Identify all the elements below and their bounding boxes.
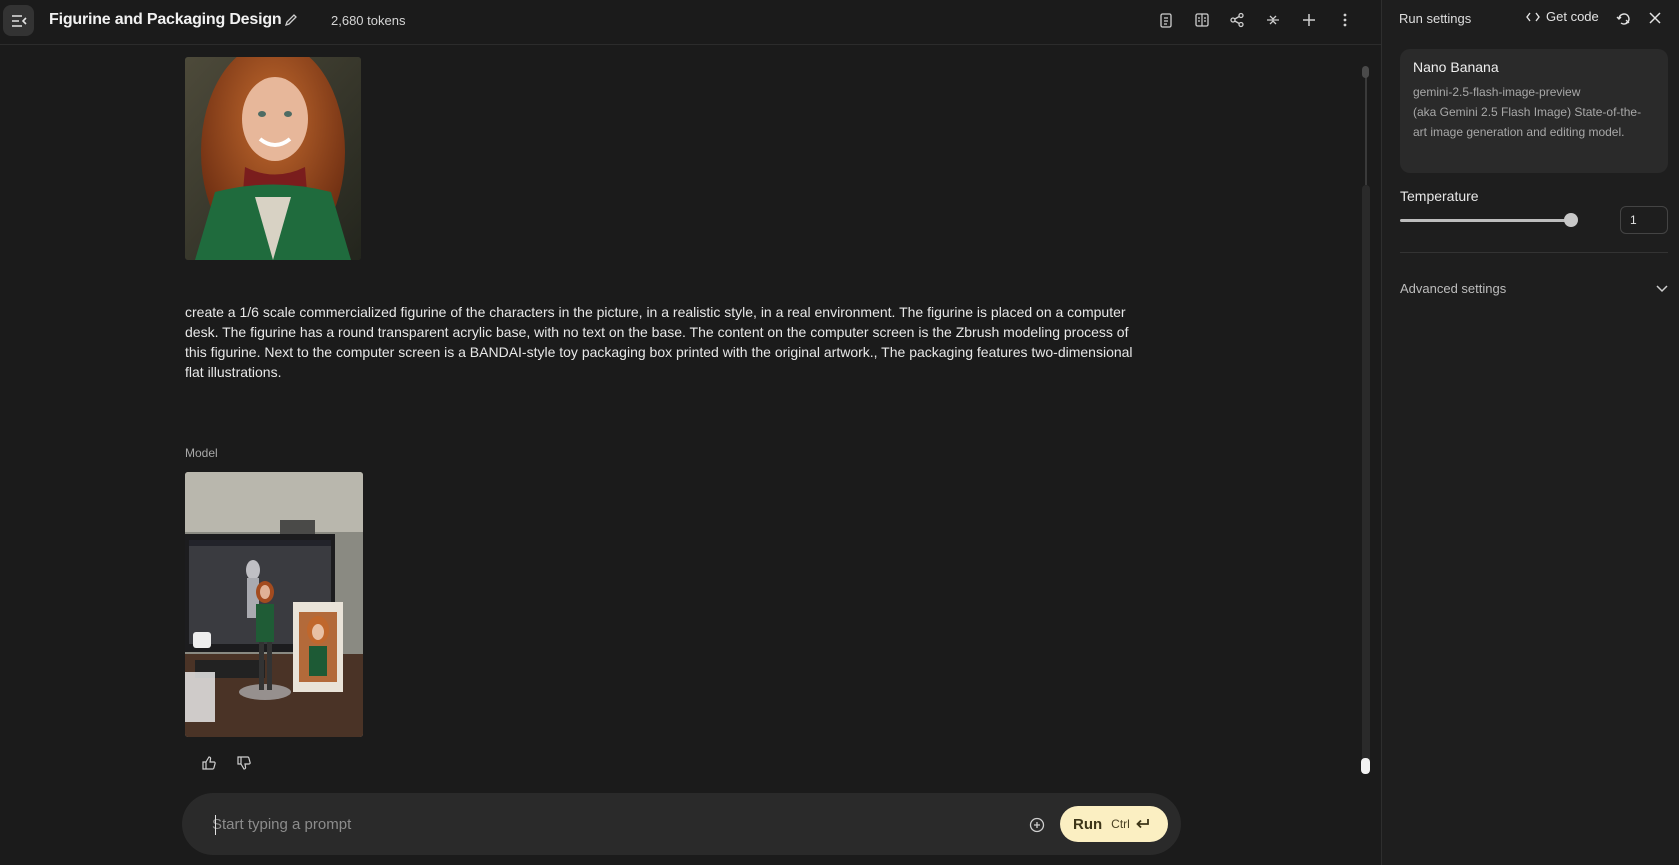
temperature-slider-track[interactable] bbox=[1400, 219, 1571, 222]
get-code-label: Get code bbox=[1546, 9, 1599, 24]
top-bar: Figurine and Packaging Design 2,680 toke… bbox=[0, 0, 1381, 45]
code-icon bbox=[1526, 11, 1540, 23]
close-panel-icon[interactable] bbox=[1645, 8, 1665, 28]
new-chat-icon[interactable] bbox=[1298, 9, 1320, 31]
temperature-input[interactable]: 1 bbox=[1620, 206, 1668, 234]
thumbs-up-icon[interactable] bbox=[198, 752, 220, 774]
token-count: 2,680 tokens bbox=[331, 13, 406, 28]
scrollbar-top-handle[interactable] bbox=[1362, 66, 1369, 78]
clipboard-icon[interactable] bbox=[1155, 9, 1177, 31]
panel-divider bbox=[1400, 252, 1668, 253]
user-image[interactable] bbox=[185, 57, 361, 260]
edit-title-icon[interactable] bbox=[282, 11, 300, 29]
run-settings-title: Run settings bbox=[1399, 11, 1472, 26]
enter-key-icon bbox=[1135, 818, 1150, 830]
model-id: gemini-2.5-flash-image-preview bbox=[1413, 85, 1581, 99]
run-button[interactable]: Run Ctrl bbox=[1060, 806, 1168, 842]
share-icon[interactable] bbox=[1226, 9, 1248, 31]
menu-collapse-icon bbox=[11, 14, 27, 27]
run-button-label: Run bbox=[1073, 815, 1103, 833]
toggle-sidebar-button[interactable] bbox=[3, 5, 34, 36]
prompt-input[interactable] bbox=[212, 811, 992, 837]
scrollbar-rail bbox=[1365, 70, 1367, 185]
app-root: Figurine and Packaging Design 2,680 toke… bbox=[0, 0, 1679, 865]
model-selector-card[interactable]: Nano Banana gemini-2.5-flash-image-previ… bbox=[1400, 49, 1668, 173]
more-options-icon[interactable] bbox=[1334, 9, 1356, 31]
chevron-down-icon bbox=[1656, 281, 1668, 296]
advanced-settings-toggle[interactable]: Advanced settings bbox=[1400, 281, 1668, 296]
run-shortcut-label: Ctrl bbox=[1111, 817, 1130, 831]
add-circle-icon bbox=[1029, 817, 1045, 833]
add-media-button[interactable] bbox=[1026, 814, 1048, 836]
compress-icon[interactable] bbox=[1262, 9, 1284, 31]
scrollbar-track[interactable] bbox=[1362, 185, 1370, 770]
get-code-button[interactable]: Get code bbox=[1526, 9, 1599, 24]
model-generated-image[interactable] bbox=[185, 472, 363, 737]
reset-settings-icon[interactable] bbox=[1614, 8, 1634, 28]
chat-area: create a 1/6 scale commercialized figuri… bbox=[0, 46, 1370, 786]
user-prompt-text: create a 1/6 scale commercialized figuri… bbox=[185, 304, 1133, 380]
advanced-settings-label: Advanced settings bbox=[1400, 281, 1507, 296]
model-name: Nano Banana bbox=[1413, 59, 1499, 75]
thumbs-down-icon[interactable] bbox=[233, 752, 255, 774]
scrollbar-thumb[interactable] bbox=[1361, 758, 1370, 774]
text-cursor bbox=[215, 815, 216, 835]
temperature-label: Temperature bbox=[1400, 188, 1479, 204]
run-settings-panel: Run settings Get code Nano Banana gemini… bbox=[1381, 0, 1679, 865]
compare-icon[interactable] bbox=[1191, 9, 1213, 31]
model-description: (aka Gemini 2.5 Flash Image) State-of-th… bbox=[1413, 105, 1642, 139]
page-title: Figurine and Packaging Design bbox=[49, 11, 282, 28]
temperature-slider-thumb[interactable] bbox=[1564, 213, 1578, 227]
model-role-label: Model bbox=[185, 446, 218, 460]
